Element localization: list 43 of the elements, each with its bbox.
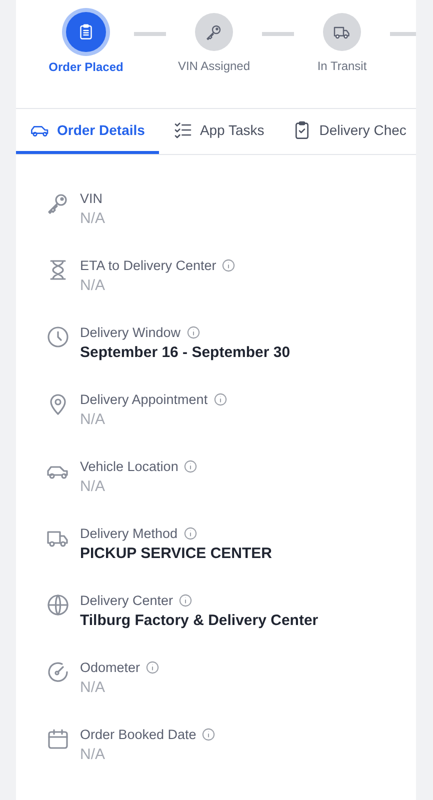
detail-value: N/A [80, 277, 106, 294]
detail-value: September 16 - September 30 [80, 344, 290, 361]
calendar-icon [46, 727, 70, 751]
tab[interactable]: Order Details [16, 109, 159, 154]
detail-label: Order Booked Date [80, 727, 196, 742]
info-icon[interactable] [146, 661, 160, 674]
info-icon[interactable] [202, 728, 216, 741]
checklist-icon [172, 120, 193, 140]
clipboard-list-icon [77, 23, 95, 41]
info-icon[interactable] [222, 259, 236, 272]
detail-value: N/A [80, 411, 106, 428]
info-icon[interactable] [184, 460, 198, 473]
tab[interactable]: Delivery Chec [278, 109, 416, 154]
clock-icon [46, 325, 70, 349]
detail-label: Delivery Center [80, 593, 174, 608]
gauge-icon [46, 660, 70, 684]
detail-label: Vehicle Location [80, 459, 178, 474]
info-icon[interactable] [184, 527, 197, 540]
detail-label: Delivery Window [80, 325, 181, 340]
info-icon[interactable] [186, 326, 200, 339]
detail-value: N/A [80, 679, 106, 696]
step-label: VIN Assigned [178, 59, 250, 73]
detail-label: Delivery Method [80, 526, 178, 541]
detail-value: N/A [80, 746, 106, 763]
detail-value: N/A [80, 478, 106, 495]
step-connector [262, 32, 294, 36]
key-icon [205, 23, 223, 41]
tab[interactable]: App Tasks [158, 109, 278, 154]
detail-label: VIN [80, 191, 103, 206]
info-icon[interactable] [179, 594, 192, 607]
detail-value: N/A [80, 210, 106, 227]
detail-label: Delivery Appointment [80, 392, 208, 407]
step-connector [134, 32, 166, 36]
info-icon[interactable] [214, 393, 227, 406]
detail-label: Odometer [80, 660, 140, 675]
detail-value: PICKUP SERVICE CENTER [80, 545, 272, 562]
detail-label: ETA to Delivery Center [80, 258, 216, 273]
globe-icon [46, 593, 70, 617]
step-connector [390, 32, 416, 36]
step-label: In Transit [317, 59, 367, 73]
key-icon [46, 191, 70, 215]
step-label: Order Placed [48, 60, 124, 74]
detail-value: Tilburg Factory & Delivery Center [80, 612, 318, 629]
